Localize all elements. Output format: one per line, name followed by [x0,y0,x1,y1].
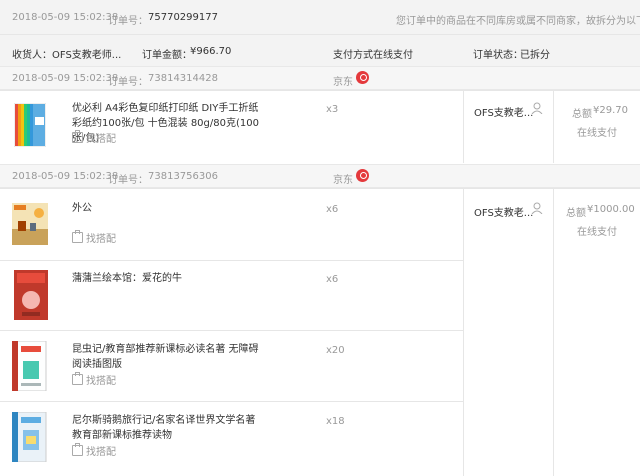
suborder-number[interactable]: 73813756306 [148,171,218,182]
divider [0,90,640,91]
suborder-header: 2018-05-09 15:02:38 订单号： 73813756306 京东 [0,164,640,188]
jd-shop-icon[interactable] [356,169,369,182]
shop-name[interactable]: 京东 [333,73,353,88]
divider [0,401,463,402]
order-number[interactable]: 75770299177 [148,12,218,23]
order-number-label: 订单号： [108,16,148,27]
pay-method: 在线支付 [577,128,617,139]
split-notice: 您订单中的商品在不同库房或属不同商家，故拆分为以下订单 [396,16,640,27]
pay-method: 在线支付 [577,227,617,238]
pay-method-label: 支付方式 [333,50,373,61]
divider [0,330,463,331]
suborder-total: ¥1000.00 [587,204,635,215]
bag-icon [72,130,83,143]
user-icon[interactable] [531,102,543,114]
divider [0,260,463,261]
suborder-total: ¥29.70 [593,105,628,116]
product-name[interactable]: 昆虫记/教育部推荐新课标必读名著 无障碍阅读插图版 [72,342,267,372]
receiver-name: OFS支教老师... [52,50,122,61]
suborder-number-label: 订单号： [108,77,148,88]
product-name[interactable]: 尼尔斯骑鹅旅行记/名家名译世界文学名著 教育部新课标推荐读物 [72,413,267,443]
product-quantity: x6 [326,274,339,285]
total-label: 总额 [572,109,592,120]
product-quantity: x6 [326,204,339,215]
divider [463,188,464,476]
divider [553,188,554,476]
divider [553,90,554,163]
user-icon[interactable] [531,202,543,214]
shop-name[interactable]: 京东 [333,171,353,186]
order-detail-page: 2018-05-09 15:02:38 订单号： 75770299177 您订单… [0,0,640,476]
find-match-link[interactable]: 找搭配 [72,372,116,387]
product-name[interactable]: 蒲蒲兰绘本馆：爱花的牛 [72,271,267,286]
product-image[interactable] [12,340,50,392]
find-match-link[interactable]: 找搭配 [72,130,116,145]
find-match-link[interactable]: 找搭配 [72,230,116,245]
recipient-name: OFS支教老... [474,108,534,119]
divider [463,90,464,163]
product-quantity: x18 [326,416,345,427]
bag-icon [72,230,83,243]
product-quantity: x3 [326,104,339,115]
order-header-bar: 2018-05-09 15:02:38 订单号： 75770299177 您订单… [0,0,640,35]
product-image[interactable] [14,270,48,320]
order-status: 已拆分 [520,50,550,61]
total-label: 总额 [566,208,586,219]
find-match-link[interactable]: 找搭配 [72,443,116,458]
order-datetime: 2018-05-09 15:02:38 [12,12,119,23]
recipient-name: OFS支教老... [474,208,534,219]
product-image[interactable] [12,203,48,245]
bag-icon [72,372,83,385]
receiver-label: 收货人： [12,50,52,61]
order-amount: ¥966.70 [190,46,232,57]
product-name[interactable]: 外公 [72,201,267,216]
suborder-header: 2018-05-09 15:02:38 订单号： 73814314428 京东 [0,66,640,90]
jd-shop-icon[interactable] [356,71,369,84]
order-status-label: 订单状态： [473,50,523,61]
product-image[interactable] [12,411,50,463]
amount-label: 订单金额： [142,50,192,61]
suborder-datetime: 2018-05-09 15:02:38 [12,73,119,84]
suborder-number-label: 订单号： [108,175,148,186]
divider [0,188,640,189]
product-quantity: x20 [326,345,345,356]
bag-icon [72,443,83,456]
product-image[interactable] [13,102,47,148]
pay-method: 在线支付 [373,50,413,61]
suborder-number[interactable]: 73814314428 [148,73,218,84]
suborder-datetime: 2018-05-09 15:02:38 [12,171,119,182]
order-summary-bar: 收货人： OFS支教老师... 订单金额： ¥966.70 支付方式 在线支付 … [0,35,640,67]
